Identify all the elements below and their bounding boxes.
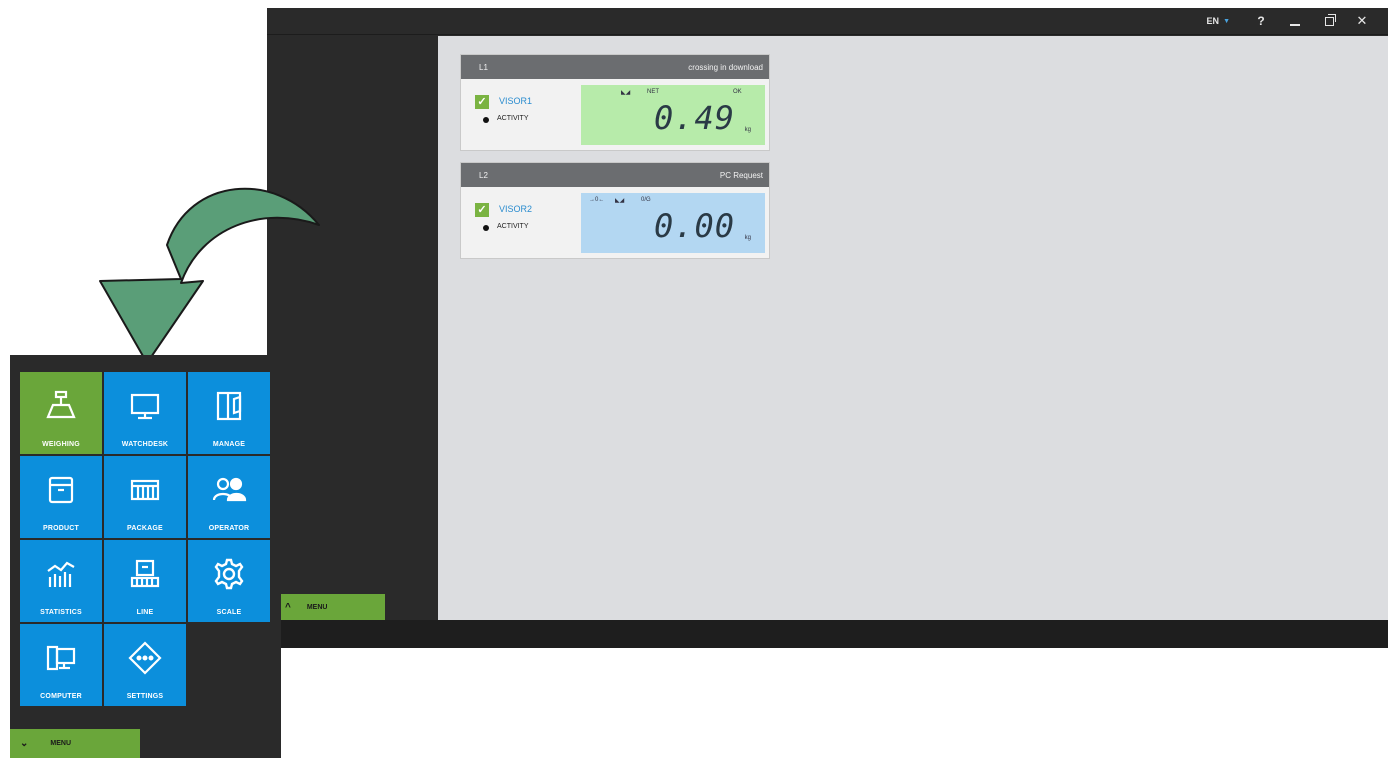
tile-package[interactable]: PACKAGE — [104, 456, 186, 538]
tile-line[interactable]: LINE — [104, 540, 186, 622]
weight-value: 0.00 — [653, 207, 735, 245]
expanded-menu: WEIGHING WATCHDESK MANAGE PRODUCT PACKAG… — [10, 355, 281, 758]
visor-name[interactable]: VISOR1 — [499, 96, 532, 106]
gross-indicator: 0/G — [641, 197, 651, 203]
line-header: L1 crossing in download — [461, 55, 769, 79]
line-header: L2 PC Request — [461, 163, 769, 187]
computer-icon — [41, 638, 81, 678]
box-icon — [41, 470, 81, 510]
title-bar: EN ▼ ? ✕ — [267, 8, 1388, 35]
tile-label: MANAGE — [212, 441, 246, 448]
monitor-icon — [125, 386, 165, 426]
tile-label: OPERATOR — [208, 525, 250, 532]
tile-manage[interactable]: MANAGE — [188, 372, 270, 454]
chevron-down-icon: ⌄ — [20, 738, 29, 749]
chevron-up-icon: ^ — [285, 601, 291, 613]
menu-button-label: MENU — [306, 603, 328, 611]
activity-dot-icon — [483, 225, 489, 231]
weight-display: ◣◢ NET OK 0.49 kg — [581, 85, 765, 145]
weight-unit: kg — [744, 235, 751, 241]
net-indicator: NET — [647, 89, 659, 95]
tile-label: SCALE — [216, 609, 242, 616]
help-button[interactable]: ? — [1252, 12, 1270, 30]
tile-statistics[interactable]: STATISTICS — [20, 540, 102, 622]
visor-name[interactable]: VISOR2 — [499, 204, 532, 214]
stability-indicator: ◣◢ — [615, 198, 625, 204]
tile-scale[interactable]: SCALE — [188, 540, 270, 622]
weight-display: →0← ◣◢ 0/G 0.00 kg — [581, 193, 765, 253]
operators-icon — [209, 470, 249, 510]
tile-operator[interactable]: OPERATOR — [188, 456, 270, 538]
package-icon — [125, 470, 165, 510]
gear-icon — [209, 554, 249, 594]
settings-icon — [125, 638, 165, 678]
menu-button[interactable]: ^ MENU — [277, 594, 385, 620]
weighing-content-area: L1 crossing in download ✓ VISOR1 ACTIVIT… — [438, 36, 1388, 620]
tile-settings[interactable]: SETTINGS — [104, 624, 186, 706]
restore-button[interactable] — [1320, 12, 1338, 30]
tile-product[interactable]: PRODUCT — [20, 456, 102, 538]
zero-indicator: →0← — [589, 197, 605, 203]
bottom-bar — [267, 620, 1388, 648]
scale-icon — [41, 386, 81, 426]
menu-toggle-button[interactable]: ⌄ MENU — [10, 729, 140, 758]
line-id: L1 — [479, 62, 488, 72]
tile-label: PRODUCT — [42, 525, 79, 532]
language-label: EN — [1206, 16, 1220, 26]
tile-label: COMPUTER — [40, 693, 82, 700]
line-status: PC Request — [719, 170, 763, 180]
tile-label: LINE — [136, 609, 154, 616]
tile-label: WEIGHING — [42, 441, 80, 448]
tile-label: PACKAGE — [127, 525, 163, 532]
line-panel-l2[interactable]: L2 PC Request ✓ VISOR2 ACTIVITY →0← ◣◢ 0… — [461, 163, 769, 258]
activity-dot-icon — [483, 117, 489, 123]
language-selector[interactable]: EN ▼ — [1207, 16, 1230, 26]
help-icon: ? — [1257, 14, 1265, 28]
menu-toggle-label: MENU — [50, 740, 72, 747]
close-icon: ✕ — [1356, 13, 1368, 28]
minimize-icon — [1290, 24, 1300, 26]
checkbox-checked-icon[interactable]: ✓ — [475, 95, 489, 109]
tile-label: WATCHDESK — [121, 441, 169, 448]
activity-label: ACTIVITY — [497, 115, 529, 122]
curved-arrow-icon — [99, 187, 320, 363]
chevron-down-icon: ▼ — [1223, 17, 1230, 25]
folder-icon — [209, 386, 249, 426]
tile-label: STATISTICS — [40, 609, 82, 616]
stability-indicator: ◣◢ — [621, 90, 631, 96]
line-panel-l1[interactable]: L1 crossing in download ✓ VISOR1 ACTIVIT… — [461, 55, 769, 150]
tile-weighing[interactable]: WEIGHING — [20, 372, 102, 454]
weight-value: 0.49 — [653, 99, 735, 137]
app-window: EN ▼ ? ✕ L1 crossing in download ✓ VISOR… — [267, 8, 1388, 648]
activity-label: ACTIVITY — [497, 223, 529, 230]
close-button[interactable]: ✕ — [1354, 12, 1372, 30]
checkbox-checked-icon[interactable]: ✓ — [475, 203, 489, 217]
weight-unit: kg — [744, 127, 751, 133]
line-status: crossing in download — [688, 62, 763, 72]
tile-label: SETTINGS — [126, 693, 164, 700]
statistics-icon — [41, 554, 81, 594]
tile-computer[interactable]: COMPUTER — [20, 624, 102, 706]
line-icon — [125, 554, 165, 594]
ok-indicator: OK — [733, 89, 742, 95]
tile-watchdesk[interactable]: WATCHDESK — [104, 372, 186, 454]
minimize-button[interactable] — [1286, 12, 1304, 30]
restore-icon — [1324, 13, 1336, 26]
line-id: L2 — [479, 170, 488, 180]
